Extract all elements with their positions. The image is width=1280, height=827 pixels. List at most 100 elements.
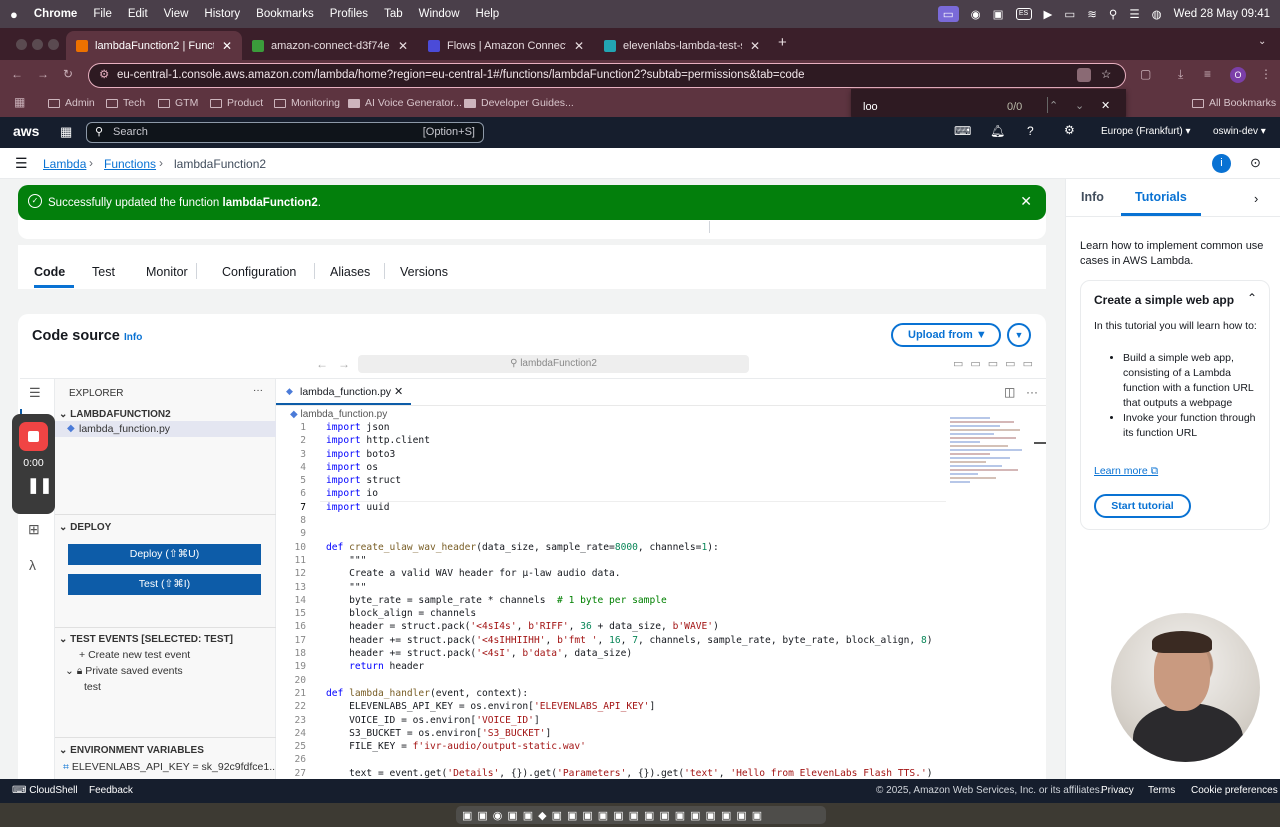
hamburger-icon[interactable]: ☰ [15,155,28,172]
tab-amazon-connect[interactable]: amazon-connect-d3f74e0be ✕ [242,31,418,60]
find-close-icon[interactable]: ✕ [1101,99,1110,112]
dock-app-icons[interactable]: ▣▣◉▣▣◆▣▣▣▣▣▣▣▣▣▣▣▣▣▣ [462,809,767,822]
forward-arrow-icon[interactable]: → [338,357,350,371]
cloudshell-icon[interactable]: ⌨ [954,124,971,138]
control-center-icon[interactable]: ☰ [1129,7,1139,21]
code-line[interactable]: 8 [276,514,956,527]
notifications-icon[interactable]: 🔔︎ [990,124,1005,138]
deploy-section-title[interactable]: ⌄ DEPLOY [59,522,111,533]
bookmark-monitoring[interactable]: Monitoring [274,97,340,109]
close-icon[interactable]: ✕ [394,385,403,398]
more-actions-button[interactable]: ▼ [1007,323,1031,347]
battery-icon[interactable]: ▭ [1064,7,1075,21]
code-line[interactable]: 19 return header [276,660,956,673]
code-line[interactable]: 9 [276,527,956,540]
code-line[interactable]: 5 import struct [276,474,956,487]
code-line[interactable]: 1 import json [276,421,956,434]
code-line[interactable]: 2 import http.client [276,434,956,447]
site-settings-icon[interactable]: ⚙ [99,64,109,86]
code-line[interactable]: 17 header += struct.pack('<4sIHHIIHH', b… [276,634,956,647]
deploy-button[interactable]: Deploy (⇧⌘U) [68,544,261,565]
code-line[interactable]: 14 byte_rate = sample_rate * channels # … [276,594,956,607]
close-icon[interactable]: ✕ [222,39,232,53]
lens-icon[interactable] [1077,68,1091,82]
code-line[interactable]: 20 [276,674,956,687]
back-arrow-icon[interactable]: ← [316,357,328,371]
aws-logo[interactable]: aws [13,123,39,139]
chevron-up-icon[interactable]: ⌃ [1247,291,1257,305]
extensions-icon[interactable]: ▢ [1140,67,1151,81]
menu-history[interactable]: History [204,8,240,20]
close-icon[interactable]: ✕ [574,39,584,53]
chevron-right-icon[interactable]: › [1254,191,1258,206]
cloudshell-button[interactable]: ⌨ CloudShell [12,785,78,796]
aws-search-input[interactable]: ⚲ Search [Option+S] [86,122,484,143]
test-button[interactable]: Test (⇧⌘I) [68,574,261,595]
breadcrumb-lambda[interactable]: Lambda [43,157,86,171]
close-icon[interactable]: ✕ [750,39,760,53]
tab-code[interactable]: Code [34,265,65,279]
code-line[interactable]: 13 """ [276,581,956,594]
code-line[interactable]: 24 S3_BUCKET = os.environ['S3_BUCKET'] [276,727,956,740]
tab-tutorials[interactable]: Tutorials [1135,190,1187,204]
breadcrumb-functions[interactable]: Functions [104,157,156,171]
window-zoom-button[interactable] [48,39,59,50]
code-line[interactable]: 16 header = struct.pack('<4sI4s', b'RIFF… [276,620,956,633]
tab-test[interactable]: Test [92,265,115,279]
spotlight-icon[interactable]: ⚲ [1109,7,1117,21]
flash-close-icon[interactable]: ✕ [1020,193,1032,210]
code-line[interactable]: 22 ELEVENLABS_API_KEY = os.environ['ELEV… [276,700,956,713]
tab-versions[interactable]: Versions [400,265,448,279]
menu-help[interactable]: Help [476,8,500,20]
window-close-button[interactable] [16,39,27,50]
feedback-link[interactable]: Feedback [89,785,133,796]
window-minimize-button[interactable] [32,39,43,50]
menu-view[interactable]: View [164,8,189,20]
input-source-icon[interactable]: ES [1015,8,1032,20]
region-selector[interactable]: Europe (Frankfurt) ▾ [1101,126,1191,137]
code-line[interactable]: 25 FILE_KEY = f'ivr-audio/output-static.… [276,740,956,753]
camera-icon[interactable]: ◉ [971,7,981,21]
test-event-item[interactable]: test [84,681,101,693]
chrome-menu-icon[interactable]: ⋮ [1260,67,1272,81]
folder-lambdafunction2[interactable]: ⌄ LAMBDAFUNCTION2 [59,409,171,420]
file-row-lambda-function[interactable]: ◆ lambda_function.py [55,421,276,437]
siri-icon[interactable]: ◍ [1152,7,1162,21]
code-line[interactable]: 3 import boto3 [276,448,956,461]
settings-gear-icon[interactable]: ⚙ [1064,123,1075,137]
new-tab-icon[interactable]: + [778,34,787,51]
env-vars-title[interactable]: ⌄ ENVIRONMENT VARIABLES [59,745,204,756]
split-editor-icon[interactable]: ◫ [1004,385,1015,399]
stop-record-button[interactable] [19,422,48,451]
pause-icon[interactable]: ❚❚ [27,476,52,494]
code-line[interactable]: 15 block_align = channels [276,607,956,620]
code-line[interactable]: 11 """ [276,554,956,567]
code-line[interactable]: 12 Create a valid WAV header for μ-law a… [276,567,956,580]
code-line[interactable]: 18 header += struct.pack('<4sI', b'data'… [276,647,956,660]
tutorial-panel-icon[interactable]: ⊙ [1250,155,1261,171]
code-line[interactable]: 21 def lambda_handler(event, context): [276,687,956,700]
all-bookmarks[interactable]: All Bookmarks [1192,97,1276,109]
bookmark-star-icon[interactable]: ☆ [1101,64,1111,86]
learn-more-link[interactable]: Learn more ⧉ [1094,465,1158,478]
bookmark-developer-guides[interactable]: Developer Guides... [464,97,574,109]
back-icon[interactable]: ← [11,67,23,81]
bookmark-tech[interactable]: Tech [106,97,145,109]
menu-edit[interactable]: Edit [128,8,148,20]
start-tutorial-button[interactable]: Start tutorial [1094,494,1191,518]
tab-search-icon[interactable]: ⌄ [1258,36,1266,47]
menu-window[interactable]: Window [419,8,460,20]
info-panel-icon[interactable]: i [1212,154,1231,173]
find-prev-icon[interactable]: ⌃ [1049,99,1058,112]
apps-icon[interactable]: ▦ [14,95,25,109]
wifi-icon[interactable]: ≋ [1087,7,1097,21]
tab-s3[interactable]: elevenlabs-lambda-test-s3 ✕ [594,31,770,60]
more-icon[interactable]: ··· [253,385,263,396]
code-lines[interactable]: 1 import json 2 import http.client 3 import b… [276,421,956,779]
private-saved-events[interactable]: ⌄ 🔒︎ Private saved events [65,665,183,678]
code-line[interactable]: 4 import os [276,461,956,474]
apple-icon[interactable]: ● [10,7,18,22]
code-line[interactable]: 7 import uuid [276,501,956,514]
help-icon[interactable]: ? [1027,124,1034,138]
tab-aliases[interactable]: Aliases [330,265,370,279]
